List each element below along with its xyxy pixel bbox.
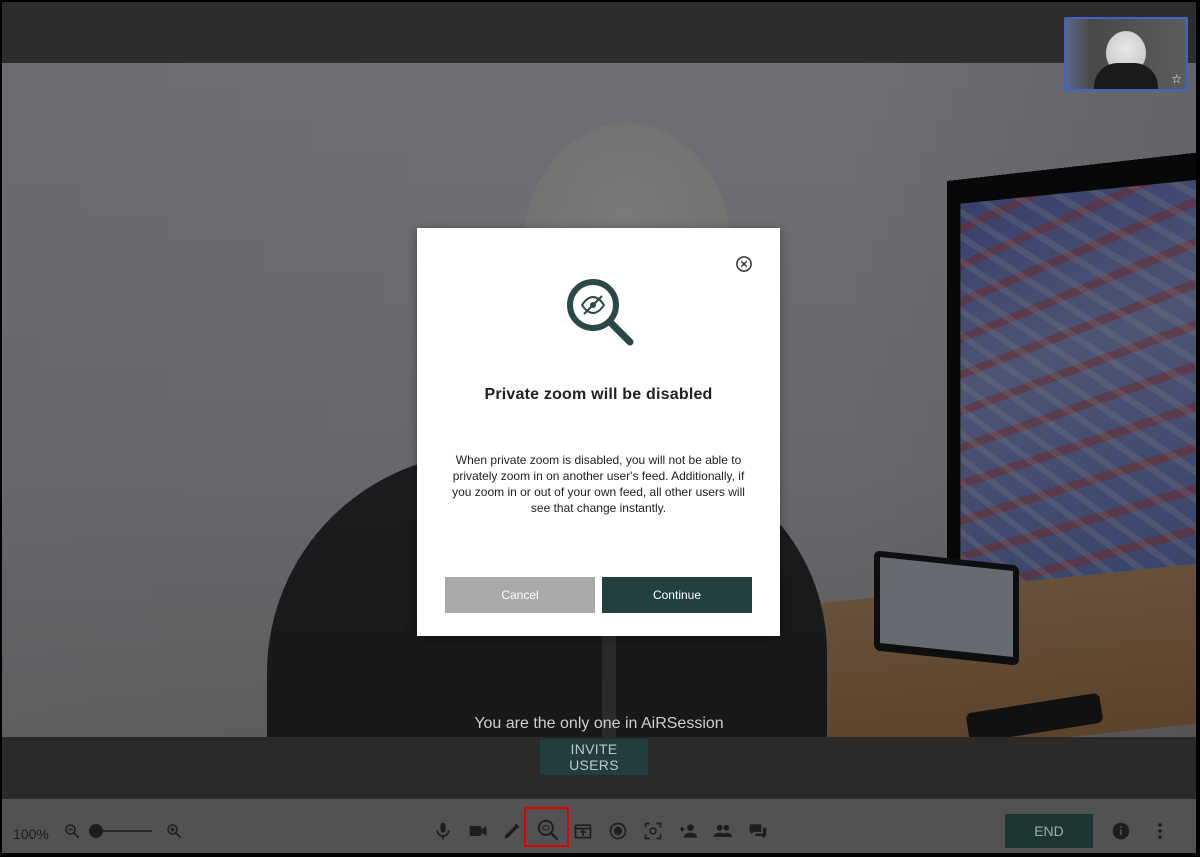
- zoom-slider-track[interactable]: [96, 830, 152, 832]
- record-icon[interactable]: [608, 821, 628, 841]
- dialog-title: Private zoom will be disabled: [484, 386, 713, 403]
- zoom-level: 100%: [13, 826, 49, 842]
- participants-icon[interactable]: [712, 821, 734, 841]
- self-view-thumbnail[interactable]: ☆: [1064, 17, 1188, 91]
- zoom-slider-thumb[interactable]: [89, 824, 103, 838]
- zoom-out-icon[interactable]: [63, 822, 81, 840]
- screenshot-icon[interactable]: [643, 821, 663, 841]
- cancel-button[interactable]: Cancel: [445, 577, 595, 613]
- zoom-in-icon[interactable]: [165, 822, 183, 840]
- close-icon[interactable]: [735, 255, 753, 273]
- info-icon[interactable]: [1111, 821, 1131, 841]
- invite-users-button[interactable]: INVITE USERS: [540, 739, 648, 775]
- star-icon[interactable]: ☆: [1171, 72, 1182, 86]
- camera-icon[interactable]: [467, 821, 489, 841]
- continue-button[interactable]: Continue: [602, 577, 752, 613]
- dialog-message: When private zoom is disabled, you will …: [452, 453, 745, 515]
- pencil-icon[interactable]: [502, 821, 522, 841]
- microphone-icon[interactable]: [433, 820, 453, 842]
- top-bar: [2, 2, 1196, 63]
- share-screen-icon[interactable]: [573, 821, 593, 841]
- private-zoom-disabled-icon: [564, 276, 636, 348]
- add-user-icon[interactable]: [677, 821, 699, 841]
- end-session-button[interactable]: END: [1005, 814, 1093, 848]
- session-status-text: You are the only one in AiRSession: [474, 715, 724, 732]
- more-vert-icon[interactable]: [1152, 821, 1168, 841]
- highlight-box: [524, 807, 569, 847]
- chat-icon[interactable]: [747, 821, 769, 841]
